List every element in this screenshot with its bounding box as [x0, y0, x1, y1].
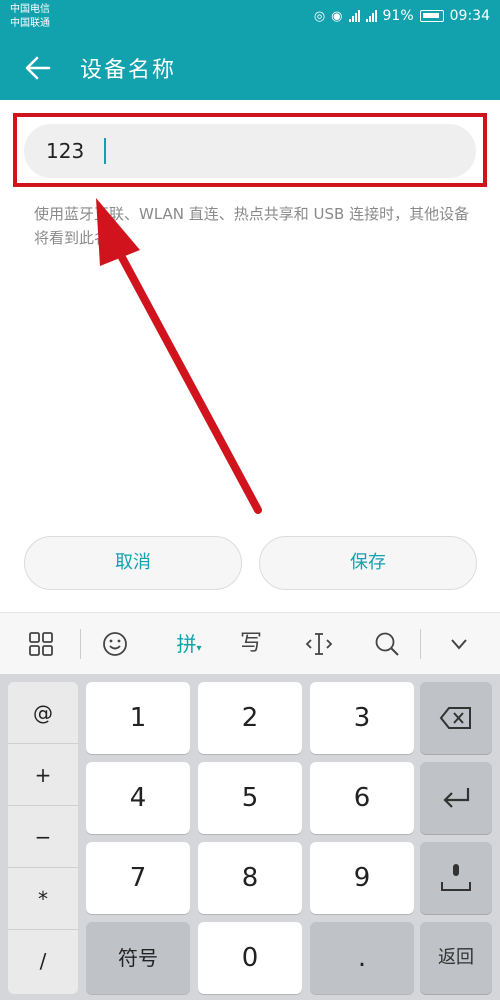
toolbar-divider [80, 629, 81, 659]
handwrite-button[interactable]: 写 [228, 625, 274, 663]
backspace-icon [439, 707, 471, 729]
cancel-button[interactable]: 取消 [24, 536, 242, 590]
grid-icon[interactable] [18, 625, 64, 663]
key-1[interactable]: 1 [86, 682, 190, 754]
smiley-icon[interactable] [92, 625, 138, 663]
symbol-key[interactable]: / [8, 930, 78, 992]
eye-comfort-icon: ◉ [331, 8, 343, 24]
save-button[interactable]: 保存 [259, 536, 477, 590]
device-name-field[interactable] [24, 124, 476, 178]
key-3[interactable]: 3 [310, 682, 414, 754]
carrier-info: 中国电信 中国联通 [10, 3, 50, 31]
key-8[interactable]: 8 [198, 842, 302, 914]
key-dot[interactable]: . [310, 922, 414, 994]
signal-1-icon [348, 10, 360, 22]
signal-2-icon [365, 10, 377, 22]
enter-key[interactable] [420, 762, 492, 834]
symbol-key[interactable]: − [8, 806, 78, 868]
symbol-key[interactable]: + [8, 744, 78, 806]
search-icon[interactable] [364, 625, 410, 663]
symbol-key[interactable]: @ [8, 682, 78, 744]
carrier-1: 中国电信 [10, 4, 50, 15]
microphone-icon [441, 864, 471, 891]
arrow-left-icon [25, 56, 51, 80]
key-9[interactable]: 9 [310, 842, 414, 914]
pinyin-mode-button[interactable]: 拼▾ [164, 625, 214, 663]
key-5[interactable]: 5 [198, 762, 302, 834]
page-title: 设备名称 [80, 58, 177, 83]
key-0[interactable]: 0 [198, 922, 302, 994]
app-bar: 设备名称 [0, 36, 500, 100]
symbol-key[interactable]: * [8, 868, 78, 930]
battery-icon [419, 10, 444, 22]
pinyin-label: 拼 [176, 632, 197, 656]
key-6[interactable]: 6 [310, 762, 414, 834]
battery-percent: 91% [382, 8, 414, 24]
status-bar: 中国电信 中国联通 ◎ ◉ 91% 09:34 [0, 0, 500, 36]
chevron-down-icon[interactable] [436, 625, 482, 663]
symbol-column: @ + − * / [8, 682, 78, 994]
backspace-key[interactable] [420, 682, 492, 754]
status-icons: ◎ ◉ 91% 09:34 [314, 8, 490, 24]
carrier-2: 中国联通 [10, 18, 50, 29]
key-4[interactable]: 4 [86, 762, 190, 834]
device-name-input[interactable] [24, 124, 476, 178]
space-voice-key[interactable] [420, 842, 492, 914]
dropdown-caret-icon: ▾ [196, 643, 202, 654]
key-7[interactable]: 7 [86, 842, 190, 914]
hint-text: 使用蓝牙互联、WLAN 直连、热点共享和 USB 连接时，其他设备将看到此名称。 [34, 205, 470, 247]
symbols-key[interactable]: 符号 [86, 922, 190, 994]
clock: 09:34 [449, 8, 490, 24]
hotspot-icon: ◎ [313, 8, 326, 24]
text-cursor-icon[interactable] [296, 625, 342, 663]
keyboard-toolbar: 拼▾ 写 [0, 612, 500, 674]
text-caret [104, 138, 106, 164]
key-2[interactable]: 2 [198, 682, 302, 754]
back-button[interactable] [18, 50, 58, 86]
return-key[interactable]: 返回 [420, 922, 492, 994]
enter-icon [443, 788, 470, 808]
numeric-keyboard: @ + − * / 1 2 3 4 5 6 7 8 9 符号 0 . 返回 [0, 674, 500, 1000]
toolbar-divider [420, 629, 421, 659]
